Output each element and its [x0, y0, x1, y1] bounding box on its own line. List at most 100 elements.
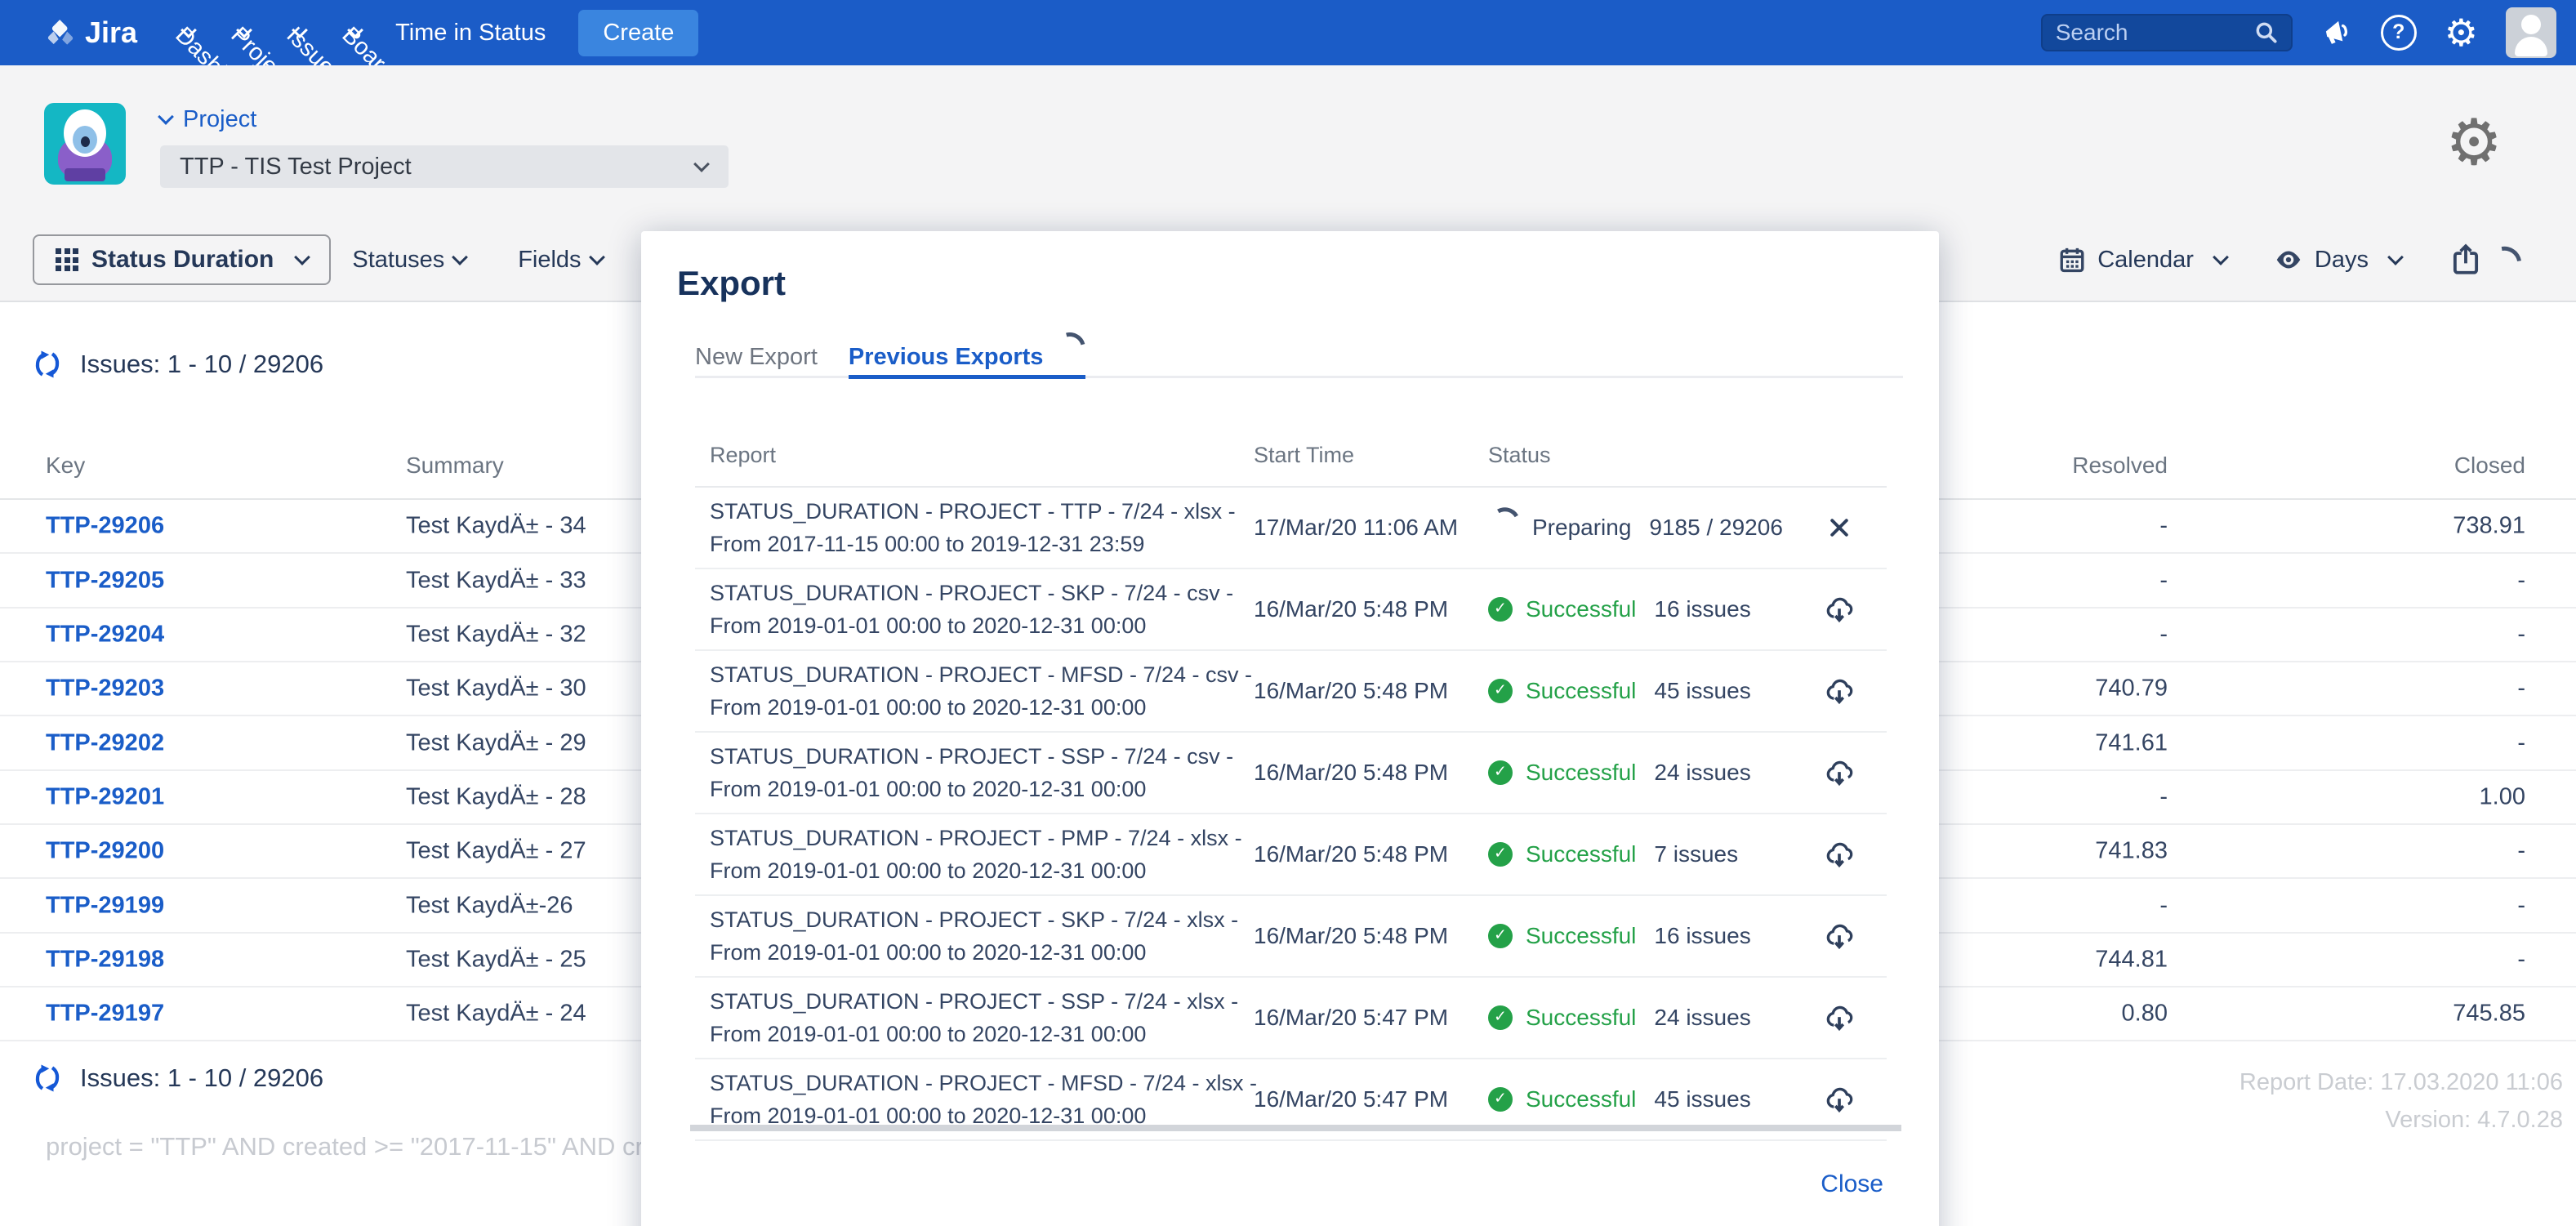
nav-item[interactable]: Issues — [292, 22, 308, 38]
export-button[interactable] — [2449, 243, 2530, 277]
gear-icon[interactable]: ⚙ — [2445, 14, 2478, 51]
nav-item[interactable]: Time in Status — [395, 20, 546, 47]
export-row-action[interactable] — [1810, 1083, 1869, 1116]
modal-tab-label: New Export — [695, 344, 818, 370]
project-scope-link[interactable]: Project — [160, 106, 256, 133]
export-report-line1: STATUS_DURATION - PROJECT - PMP - 7/24 -… — [710, 822, 1242, 854]
close-modal-link[interactable]: Close — [1821, 1170, 1883, 1198]
export-row: STATUS_DURATION - PROJECT - SKP - 7/24 -… — [695, 569, 1887, 651]
issue-resolved-value: 744.81 — [2095, 946, 2168, 973]
jira-logo[interactable]: Jira — [44, 16, 137, 50]
issues-count-bar: Issues: 1 - 10 / 29206 — [33, 350, 323, 379]
nav-item[interactable]: Projects — [236, 22, 252, 38]
export-start-time: 16/Mar/20 5:47 PM — [1254, 1005, 1448, 1031]
download-icon[interactable] — [1823, 1001, 1856, 1034]
nav-menu: Dashboards Projects Issues Boards — [173, 20, 546, 47]
issue-resolved-value: 740.79 — [2095, 675, 2168, 702]
download-icon[interactable] — [1823, 920, 1856, 952]
export-status-label: Successful — [1526, 841, 1636, 867]
download-icon[interactable] — [1823, 756, 1856, 789]
export-report-line2: From 2019-01-01 00:00 to 2020-12-31 00:0… — [710, 691, 1252, 724]
export-row-action[interactable] — [1810, 675, 1869, 707]
export-report-name: STATUS_DURATION - PROJECT - SKP - 7/24 -… — [710, 577, 1233, 642]
issue-key-link[interactable]: TTP-29199 — [46, 892, 164, 919]
export-report-line2: From 2017-11-15 00:00 to 2019-12-31 23:5… — [710, 528, 1236, 560]
export-row-action[interactable] — [1810, 756, 1869, 789]
col-start-time: Start Time — [1254, 443, 1354, 468]
issue-closed-value: 738.91 — [2453, 513, 2525, 540]
export-start-time: 16/Mar/20 5:47 PM — [1254, 1086, 1448, 1112]
issue-resolved-value: 0.80 — [2122, 1001, 2168, 1028]
export-row-action[interactable] — [1810, 920, 1869, 952]
success-check-icon — [1488, 1005, 1513, 1030]
download-icon[interactable] — [1823, 838, 1856, 871]
loading-spinner-icon — [2480, 240, 2528, 288]
download-icon[interactable] — [1823, 675, 1856, 707]
export-status: Successful 24 issues — [1488, 760, 1751, 786]
create-button[interactable]: Create — [578, 10, 698, 56]
export-report-name: STATUS_DURATION - PROJECT - SKP - 7/24 -… — [710, 903, 1238, 969]
issue-key-link[interactable]: TTP-29206 — [46, 513, 164, 540]
export-start-time: 16/Mar/20 5:48 PM — [1254, 760, 1448, 786]
export-row: STATUS_DURATION - PROJECT - SKP - 7/24 -… — [695, 896, 1887, 978]
help-icon[interactable] — [2381, 15, 2417, 51]
nav-item[interactable]: Boards — [347, 22, 363, 38]
project-select[interactable]: TTP - TIS Test Project — [160, 145, 729, 188]
refresh-icon[interactable] — [33, 1063, 62, 1093]
issue-key-link[interactable]: TTP-29204 — [46, 621, 164, 648]
issue-closed-value: 745.85 — [2453, 1001, 2525, 1028]
export-modal: Export New Export Previous Exports Repor… — [641, 231, 1939, 1226]
statuses-label: Statuses — [352, 247, 444, 274]
export-start-time: 16/Mar/20 5:48 PM — [1254, 841, 1448, 867]
export-report-name: STATUS_DURATION - PROJECT - TTP - 7/24 -… — [710, 495, 1236, 560]
export-report-name: STATUS_DURATION - PROJECT - SSP - 7/24 -… — [710, 740, 1233, 805]
user-avatar[interactable] — [2506, 7, 2556, 58]
export-row-action[interactable] — [1810, 515, 1869, 540]
col-closed: Closed — [2454, 453, 2525, 479]
export-row-action[interactable] — [1810, 1001, 1869, 1034]
search-input[interactable] — [2054, 19, 2253, 47]
export-report-line2: From 2019-01-01 00:00 to 2020-12-31 00:0… — [710, 936, 1238, 969]
issue-key-link[interactable]: TTP-29197 — [46, 1001, 164, 1028]
issue-resolved-value: 741.61 — [2095, 729, 2168, 756]
download-icon[interactable] — [1823, 593, 1856, 626]
export-row-action[interactable] — [1810, 838, 1869, 871]
project-avatar[interactable] — [44, 103, 126, 185]
modal-tab[interactable]: New Export — [695, 328, 818, 379]
calendar-label: Calendar — [2097, 247, 2194, 274]
export-status-label: Preparing — [1532, 515, 1631, 541]
toolbar-right: Calendar Days — [2058, 234, 2530, 286]
announcement-icon[interactable] — [2320, 16, 2353, 49]
issue-key-link[interactable]: TTP-29200 — [46, 838, 164, 865]
horizontal-scrollbar[interactable] — [690, 1125, 1901, 1131]
loading-spinner-icon — [1049, 327, 1091, 369]
issue-resolved-value: - — [2159, 621, 2168, 648]
issue-key-link[interactable]: TTP-29205 — [46, 567, 164, 594]
calendar-dropdown[interactable]: Calendar — [2058, 246, 2226, 274]
refresh-icon[interactable] — [33, 350, 62, 379]
days-dropdown[interactable]: Days — [2274, 247, 2401, 274]
search-box[interactable] — [2041, 14, 2293, 51]
statuses-dropdown[interactable]: Statuses — [352, 247, 466, 274]
chevron-down-icon — [158, 109, 174, 125]
issue-closed-value: - — [2517, 838, 2525, 865]
export-row-action[interactable] — [1810, 593, 1869, 626]
issue-key-link[interactable]: TTP-29201 — [46, 783, 164, 810]
issue-key-link[interactable]: TTP-29203 — [46, 675, 164, 702]
download-icon[interactable] — [1823, 1083, 1856, 1116]
export-start-time: 16/Mar/20 5:48 PM — [1254, 678, 1448, 704]
report-type-button[interactable]: Status Duration — [33, 234, 331, 285]
modal-tab[interactable]: Previous Exports — [849, 328, 1086, 379]
fields-dropdown[interactable]: Fields — [518, 247, 602, 274]
export-status-detail: 7 issues — [1654, 841, 1738, 867]
modal-tab-label: Previous Exports — [849, 344, 1044, 370]
settings-gear-icon[interactable]: ⚙ — [2445, 111, 2502, 175]
export-status: Successful 45 issues — [1488, 1086, 1751, 1112]
chevron-down-icon — [589, 249, 605, 265]
issue-key-link[interactable]: TTP-29202 — [46, 729, 164, 756]
issue-summary: Test KaydÄ± - 30 — [406, 675, 586, 702]
issue-key-link[interactable]: TTP-29198 — [46, 946, 164, 973]
modal-tabs: New Export Previous Exports — [695, 328, 1903, 378]
nav-item[interactable]: Dashboards — [180, 22, 197, 38]
cancel-icon[interactable] — [1827, 515, 1852, 540]
